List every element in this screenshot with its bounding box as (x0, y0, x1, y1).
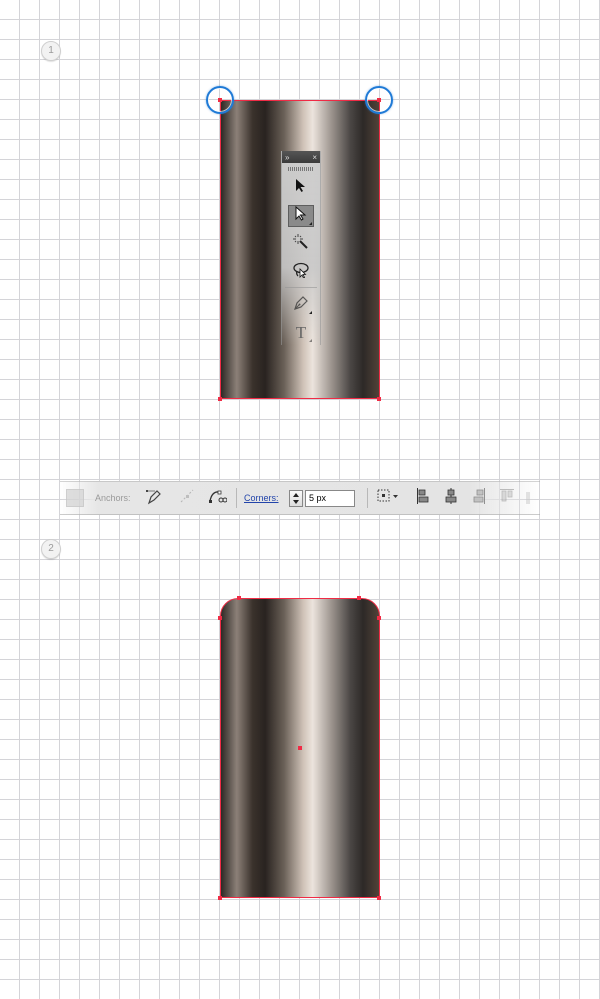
highlight-circle-top-left (206, 86, 234, 114)
control-bar-separator (236, 488, 237, 508)
anchor-point-left-upper[interactable] (218, 616, 222, 620)
lasso-tool-button[interactable] (288, 261, 314, 283)
align-left-icon (416, 487, 430, 509)
lasso-icon (292, 262, 310, 283)
selection-arrow-icon (295, 178, 307, 198)
step-1-badge: 1 (41, 41, 61, 61)
direct-selection-tool-button[interactable] (288, 205, 314, 227)
align-top-button[interactable] (500, 482, 514, 514)
corners-link[interactable]: Corners: (244, 493, 279, 503)
corners-field-wrapper: 5 px (305, 482, 355, 514)
tool-divider (285, 287, 317, 288)
anchor-point-bottom-right[interactable] (377, 896, 381, 900)
highlight-circle-top-right (365, 86, 393, 114)
anchor-point-top-left-1[interactable] (237, 596, 241, 600)
control-bar: Anchors: Corners: 5 px (60, 481, 540, 515)
control-bar-separator (367, 488, 368, 508)
align-horizontal-center-icon (444, 487, 458, 509)
control-bar-right-handle (526, 482, 530, 514)
align-top-icon (500, 488, 514, 509)
step-2-number: 2 (48, 543, 54, 554)
flyout-indicator (309, 311, 312, 314)
align-right-button[interactable] (472, 482, 486, 514)
pen-tool-button[interactable] (288, 294, 314, 316)
align-right-icon (472, 487, 486, 509)
anchor-point-bottom-right[interactable] (377, 397, 381, 401)
shape-center-point (298, 746, 302, 750)
anchor-point-bottom-left[interactable] (218, 896, 222, 900)
transform-reference-button[interactable] (376, 482, 400, 514)
step-2-badge: 2 (41, 539, 61, 559)
align-horizontal-center-button[interactable] (444, 482, 458, 514)
anchors-label: Anchors: (95, 482, 131, 514)
flyout-indicator (309, 339, 312, 342)
convert-anchor-smooth-button[interactable] (145, 482, 165, 514)
corners-input[interactable]: 5 px (305, 489, 355, 507)
tools-panel-titlebar[interactable]: » × (282, 151, 320, 163)
corners-stepper[interactable] (289, 482, 303, 514)
pen-icon (293, 295, 309, 316)
step-1-number: 1 (48, 45, 54, 56)
corners-label[interactable]: Corners: (244, 482, 279, 514)
anchor-point-right-upper[interactable] (377, 616, 381, 620)
tools-panel: » × T (281, 151, 321, 345)
direct-selection-arrow-icon (295, 205, 307, 226)
remove-handles-icon (177, 487, 197, 510)
type-icon: T (295, 323, 307, 342)
magic-wand-icon (293, 233, 309, 255)
flyout-indicator (309, 222, 312, 225)
convert-anchor-icon (145, 487, 165, 510)
align-left-button[interactable] (416, 482, 430, 514)
close-icon[interactable]: × (312, 153, 317, 162)
selection-tool-button[interactable] (288, 177, 314, 199)
anchors-label-text: Anchors: (95, 493, 131, 503)
cut-path-icon (207, 487, 228, 510)
transform-reference-icon (376, 488, 400, 509)
cut-path-button[interactable] (207, 482, 228, 514)
corners-stepper-arrows[interactable] (289, 489, 303, 507)
collapse-icon[interactable]: » (285, 153, 289, 162)
panel-grip[interactable] (288, 167, 314, 171)
control-bar-left-handle (66, 482, 84, 514)
type-tool-button[interactable]: T (288, 322, 314, 344)
anchor-point-bottom-left[interactable] (218, 397, 222, 401)
magic-wand-tool-button[interactable] (288, 233, 314, 255)
remove-handles-button[interactable] (177, 482, 197, 514)
anchor-point-top-right-1[interactable] (357, 596, 361, 600)
